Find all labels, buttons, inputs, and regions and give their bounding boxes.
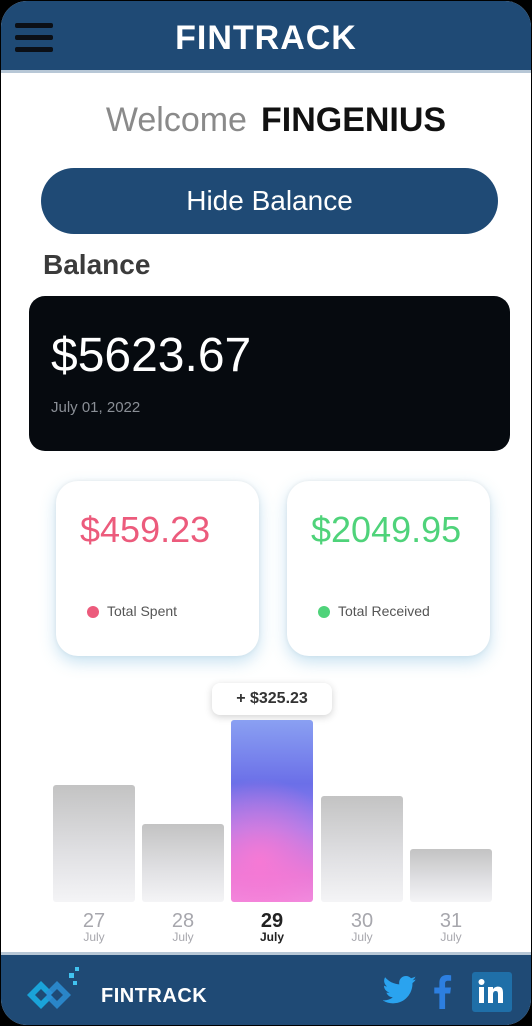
chart-day-label: 30 July — [350, 910, 374, 944]
linkedin-icon[interactable] — [472, 972, 512, 1012]
facebook-icon[interactable] — [431, 975, 453, 1009]
total-received-amount: $2049.95 — [311, 509, 462, 550]
footer-brand: FINTRACK — [101, 985, 208, 1007]
balance-label: Balance — [43, 249, 151, 280]
total-spent-card[interactable]: $459.23 Total Spent — [56, 481, 259, 656]
balance-card: $5623.67 July 01, 2022 — [29, 296, 510, 451]
welcome-greeting: Welcome — [105, 101, 247, 139]
daily-bar-chart: + $325.23 27 July 28 July 29 July 30 Jul… — [1, 671, 531, 951]
twitter-icon[interactable] — [383, 975, 417, 1005]
fintrack-logo-icon — [27, 967, 79, 1009]
hide-balance-button[interactable]: Hide Balance — [41, 168, 498, 234]
spent-dot-icon — [87, 606, 99, 618]
total-received-label: Total Received — [338, 603, 430, 619]
received-dot-icon — [318, 606, 330, 618]
chart-bar-29[interactable] — [231, 720, 313, 902]
chart-bar-28[interactable] — [142, 824, 224, 902]
total-received-card[interactable]: $2049.95 Total Received — [287, 481, 490, 656]
total-spent-amount: $459.23 — [80, 509, 211, 550]
welcome-heading: Welcome FINGENIUS — [1, 101, 531, 140]
chart-day-label: 28 July — [171, 910, 195, 944]
app-footer: FINTRACK — [1, 952, 531, 1025]
chart-bar-31[interactable] — [410, 849, 492, 902]
chart-day-label: 27 July — [82, 910, 106, 944]
total-spent-label: Total Spent — [107, 603, 178, 619]
chart-bar-27[interactable] — [53, 785, 135, 902]
phone-screen: FINTRACK Welcome FINGENIUS Hide Balance B… — [1, 1, 531, 1025]
app-header: FINTRACK — [1, 1, 531, 73]
app-title: FINTRACK — [175, 19, 357, 57]
welcome-username: FINGENIUS — [260, 101, 447, 139]
balance-date: July 01, 2022 — [51, 399, 141, 416]
chart-tooltip: + $325.23 — [212, 683, 332, 715]
chart-day-label-selected: 29 July — [259, 910, 284, 944]
chart-day-label: 31 July — [439, 910, 463, 944]
balance-amount: $5623.67 — [51, 329, 252, 382]
chart-bar-30[interactable] — [321, 796, 403, 902]
